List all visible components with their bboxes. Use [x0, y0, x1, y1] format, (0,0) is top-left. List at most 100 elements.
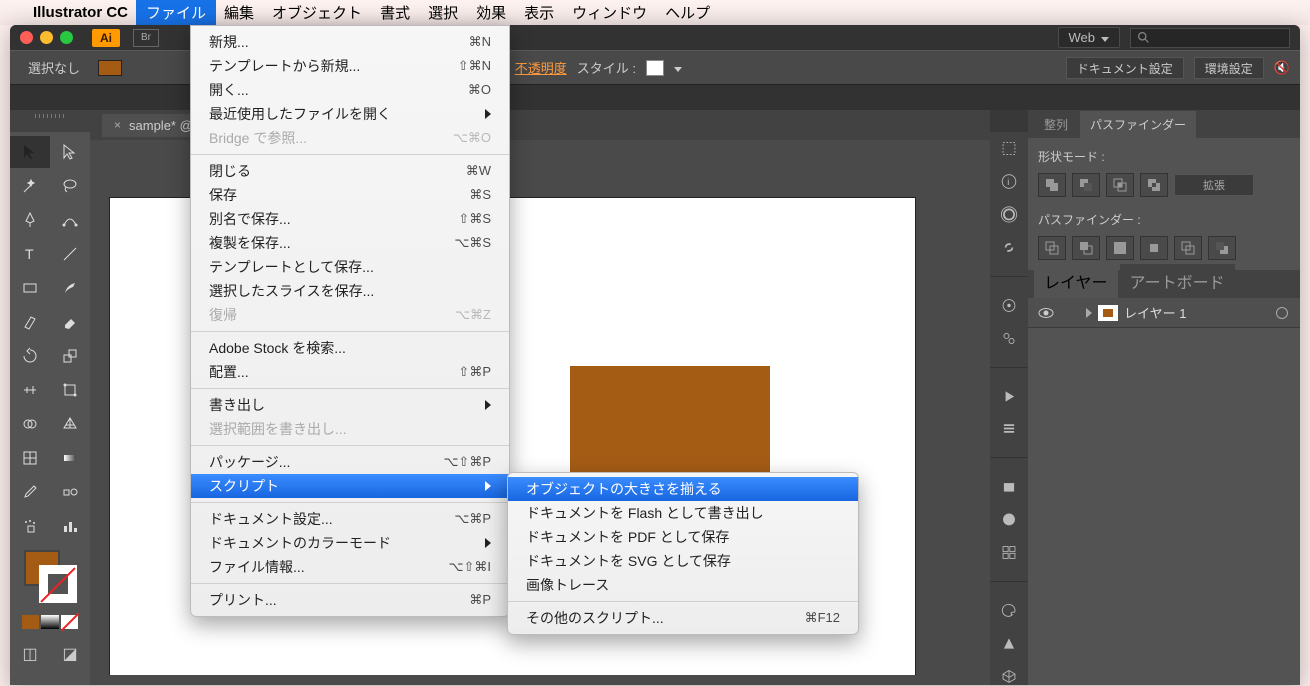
- color-swatches[interactable]: [10, 548, 90, 603]
- merge-button[interactable]: [1106, 236, 1134, 260]
- minimize-icon[interactable]: [40, 31, 53, 44]
- panel-handle-icon[interactable]: [35, 114, 65, 118]
- line-tool[interactable]: [50, 238, 90, 270]
- cube-icon[interactable]: [999, 668, 1019, 685]
- draw-normal[interactable]: ◫: [10, 641, 50, 667]
- close-tab-icon[interactable]: ×: [114, 118, 121, 132]
- menu-item[interactable]: 配置...⇧⌘P: [191, 360, 509, 384]
- menu-item[interactable]: テンプレートとして保存...: [191, 255, 509, 279]
- workspace-switcher[interactable]: Web: [1058, 27, 1121, 48]
- draw-behind[interactable]: ◪: [50, 641, 90, 667]
- selection-tool[interactable]: [10, 136, 50, 168]
- play-icon[interactable]: [999, 388, 1019, 405]
- menu-item[interactable]: 開く...⌘O: [191, 78, 509, 102]
- zoom-icon[interactable]: [60, 31, 73, 44]
- width-tool[interactable]: [10, 374, 50, 406]
- exclude-button[interactable]: [1140, 173, 1168, 197]
- pen-tool[interactable]: [10, 204, 50, 236]
- intersect-button[interactable]: [1106, 173, 1134, 197]
- submenu-item[interactable]: ドキュメントを PDF として保存: [508, 525, 858, 549]
- palette-icon[interactable]: [999, 602, 1019, 619]
- prefs-button[interactable]: 環境設定: [1194, 57, 1264, 79]
- visibility-toggle[interactable]: [1034, 307, 1058, 319]
- menu-item[interactable]: パッケージ...⌥⇧⌘P: [191, 450, 509, 474]
- menu-object[interactable]: オブジェクト: [272, 2, 362, 23]
- layer-row[interactable]: レイヤー 1: [1028, 298, 1300, 328]
- submenu-item[interactable]: ドキュメントを SVG として保存: [508, 549, 858, 573]
- crop-button[interactable]: [1140, 236, 1168, 260]
- app-name[interactable]: Illustrator CC: [33, 4, 128, 21]
- close-icon[interactable]: [20, 31, 33, 44]
- expand-button[interactable]: 拡張: [1174, 174, 1254, 196]
- submenu-item[interactable]: ドキュメントを Flash として書き出し: [508, 501, 858, 525]
- tab-artboards[interactable]: アートボード: [1120, 264, 1235, 298]
- color-mode-gradient[interactable]: [41, 615, 58, 629]
- menu-item[interactable]: 保存⌘S: [191, 183, 509, 207]
- trim-button[interactable]: [1072, 236, 1100, 260]
- paintbrush-tool[interactable]: [50, 272, 90, 304]
- menu-item[interactable]: 複製を保存...⌥⌘S: [191, 231, 509, 255]
- actions-icon[interactable]: [999, 297, 1019, 314]
- submenu-item[interactable]: オブジェクトの大きさを揃える: [508, 477, 858, 501]
- list-icon[interactable]: [999, 420, 1019, 437]
- lasso-tool[interactable]: [50, 170, 90, 202]
- type-tool[interactable]: T: [10, 238, 50, 270]
- shaper-tool[interactable]: [10, 306, 50, 338]
- fill-swatch[interactable]: [98, 60, 122, 76]
- doc-setup-button[interactable]: ドキュメント設定: [1066, 57, 1184, 79]
- free-transform-tool[interactable]: [50, 374, 90, 406]
- submenu-item[interactable]: その他のスクリプト...⌘F12: [508, 606, 858, 630]
- clip-icon[interactable]: [999, 478, 1019, 495]
- symbol-sprayer-tool[interactable]: [10, 510, 50, 542]
- shape-builder-tool[interactable]: [10, 408, 50, 440]
- menu-item[interactable]: プリント...⌘P: [191, 588, 509, 612]
- gears-icon[interactable]: [999, 330, 1019, 347]
- rectangle-tool[interactable]: [10, 272, 50, 304]
- speaker-icon[interactable]: 🔇: [1274, 60, 1290, 76]
- menu-help[interactable]: ヘルプ: [665, 2, 710, 23]
- menu-item[interactable]: 閉じる⌘W: [191, 159, 509, 183]
- tab-pathfinder[interactable]: パスファインダー: [1080, 111, 1196, 138]
- unite-button[interactable]: [1038, 173, 1066, 197]
- menu-item[interactable]: ドキュメントのカラーモード: [191, 531, 509, 555]
- rotate-tool[interactable]: [10, 340, 50, 372]
- gradient-tool[interactable]: [50, 442, 90, 474]
- info-icon[interactable]: i: [999, 173, 1019, 190]
- cc-libraries-icon[interactable]: [999, 206, 1019, 223]
- menu-type[interactable]: 書式: [380, 2, 410, 23]
- tab-align[interactable]: 整列: [1034, 111, 1078, 138]
- shape-icon[interactable]: [999, 635, 1019, 652]
- menu-file[interactable]: ファイル: [136, 0, 216, 25]
- target-icon[interactable]: [1276, 307, 1288, 319]
- menu-item[interactable]: スクリプト: [191, 474, 509, 498]
- color-mode-solid[interactable]: [22, 615, 39, 629]
- menu-item[interactable]: 新規...⌘N: [191, 30, 509, 54]
- menu-select[interactable]: 選択: [428, 2, 458, 23]
- bridge-badge[interactable]: Br: [133, 29, 159, 47]
- perspective-tool[interactable]: [50, 408, 90, 440]
- chevron-down-icon[interactable]: [674, 60, 682, 75]
- minus-back-button[interactable]: [1208, 236, 1236, 260]
- sphere-icon[interactable]: [999, 511, 1019, 528]
- menu-edit[interactable]: 編集: [224, 2, 254, 23]
- opacity-link[interactable]: 不透明度: [515, 58, 567, 77]
- menu-item[interactable]: 選択したスライスを保存...: [191, 279, 509, 303]
- style-swatch[interactable]: [646, 60, 664, 76]
- eyedropper-tool[interactable]: [10, 476, 50, 508]
- column-graph-tool[interactable]: [50, 510, 90, 542]
- curvature-tool[interactable]: [50, 204, 90, 236]
- properties-icon[interactable]: [999, 140, 1019, 157]
- menu-item[interactable]: Adobe Stock を検索...: [191, 336, 509, 360]
- blend-tool[interactable]: [50, 476, 90, 508]
- scale-tool[interactable]: [50, 340, 90, 372]
- minus-front-button[interactable]: [1072, 173, 1100, 197]
- disclosure-icon[interactable]: [1086, 308, 1092, 318]
- search-input[interactable]: [1130, 28, 1290, 48]
- mesh-tool[interactable]: [10, 442, 50, 474]
- direct-selection-tool[interactable]: [50, 136, 90, 168]
- links-icon[interactable]: [999, 239, 1019, 256]
- menu-effect[interactable]: 効果: [476, 2, 506, 23]
- magic-wand-tool[interactable]: [10, 170, 50, 202]
- menu-item[interactable]: ドキュメント設定...⌥⌘P: [191, 507, 509, 531]
- color-mode-none[interactable]: [61, 615, 78, 629]
